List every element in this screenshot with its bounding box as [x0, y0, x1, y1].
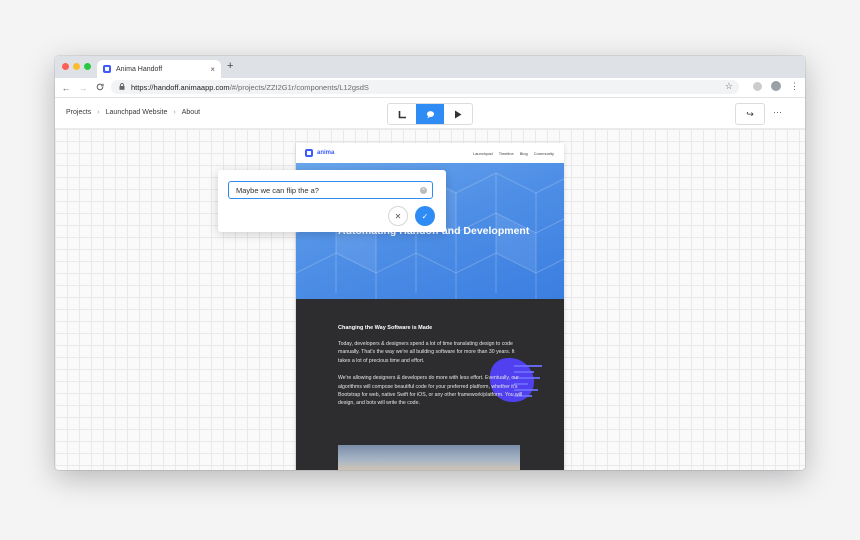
- minimize-window-button[interactable]: [73, 63, 80, 70]
- browser-toolbar: ← → https://handoff.animaapp.com/#/proje…: [55, 78, 805, 98]
- browser-tab[interactable]: Anima Handoff ×: [97, 60, 221, 78]
- play-mode-button[interactable]: [444, 104, 472, 124]
- comment-mode-button[interactable]: [416, 104, 444, 124]
- clear-input-icon[interactable]: ×: [420, 186, 427, 194]
- share-button[interactable]: ↪: [735, 103, 765, 125]
- maximize-window-button[interactable]: [84, 63, 91, 70]
- app-header: Projects › Launchpad Website › About ↪ ·…: [55, 98, 805, 129]
- mode-switch: [387, 103, 473, 125]
- more-options-icon[interactable]: ···: [773, 107, 782, 117]
- inspect-mode-button[interactable]: [388, 104, 416, 124]
- url-host: https://handoff.animaapp.com: [131, 82, 230, 92]
- anima-favicon-icon: [103, 65, 111, 73]
- extension-icon[interactable]: [753, 81, 762, 91]
- check-icon: ✓: [421, 211, 429, 221]
- reload-button[interactable]: [94, 83, 106, 93]
- submit-comment-button[interactable]: ✓: [415, 206, 435, 226]
- close-icon: ✕: [394, 211, 402, 221]
- tab-close-icon[interactable]: ×: [210, 65, 215, 74]
- artboard-navbar: anima Launchpad Timeline Blog Community: [296, 143, 564, 163]
- comment-input[interactable]: [229, 184, 420, 196]
- url-path: /#/projects/ZZI2G1r/components/L12gsdS: [229, 82, 369, 92]
- new-tab-button[interactable]: +: [227, 60, 233, 72]
- artboard-body: Changing the Way Software is Made Today,…: [338, 325, 524, 417]
- artboard-nav-link: Blog: [519, 151, 528, 156]
- design-canvas[interactable]: anima Launchpad Timeline Blog Community: [55, 129, 805, 470]
- anima-logo-icon: [305, 149, 313, 157]
- cancel-comment-button[interactable]: ✕: [388, 206, 408, 226]
- paragraph-1: Today, developers & designers spend a lo…: [338, 341, 515, 364]
- share-icon: ↪: [746, 108, 754, 119]
- breadcrumb-separator: ›: [173, 109, 176, 116]
- artboard-logo: anima: [305, 149, 334, 157]
- lock-icon: [119, 82, 125, 92]
- comment-field[interactable]: ×: [228, 181, 433, 199]
- breadcrumb-launchpad-website[interactable]: Launchpad Website: [106, 109, 168, 116]
- breadcrumb-separator: ›: [97, 109, 100, 116]
- back-button[interactable]: ←: [60, 83, 72, 93]
- artboard-nav-links: Launchpad Timeline Blog Community: [473, 151, 554, 156]
- breadcrumb-about[interactable]: About: [182, 109, 200, 116]
- section-title: Changing the Way Software is Made: [338, 325, 433, 331]
- artboard-nav-link: Timeline: [498, 151, 514, 156]
- address-bar[interactable]: https://handoff.animaapp.com/#/projects/…: [111, 80, 739, 94]
- breadcrumb-projects[interactable]: Projects: [66, 109, 91, 116]
- comment-icon: [426, 110, 434, 118]
- browser-menu-icon[interactable]: ⋮: [790, 81, 799, 91]
- profile-avatar-icon[interactable]: [771, 81, 781, 91]
- paragraph-2: We're allowing designers & developers do…: [338, 375, 523, 407]
- bookmark-star-icon[interactable]: ☆: [725, 81, 733, 92]
- reload-icon: [96, 83, 104, 90]
- forward-button[interactable]: →: [77, 83, 89, 93]
- inspect-icon: [398, 110, 406, 118]
- browser-window: Anima Handoff × + ← → https://handoff.an…: [55, 56, 805, 470]
- tab-title: Anima Handoff: [116, 65, 163, 73]
- artboard-logo-text: anima: [317, 150, 335, 156]
- breadcrumb: Projects › Launchpad Website › About: [66, 109, 200, 116]
- artboard-image: [338, 445, 520, 470]
- comment-popover: × ✕ ✓: [218, 170, 446, 232]
- artboard-nav-link: Community: [533, 151, 554, 156]
- tab-strip: Anima Handoff × +: [55, 56, 805, 78]
- close-window-button[interactable]: [62, 63, 69, 70]
- play-icon: [455, 110, 462, 118]
- artboard-nav-link: Launchpad: [472, 151, 493, 156]
